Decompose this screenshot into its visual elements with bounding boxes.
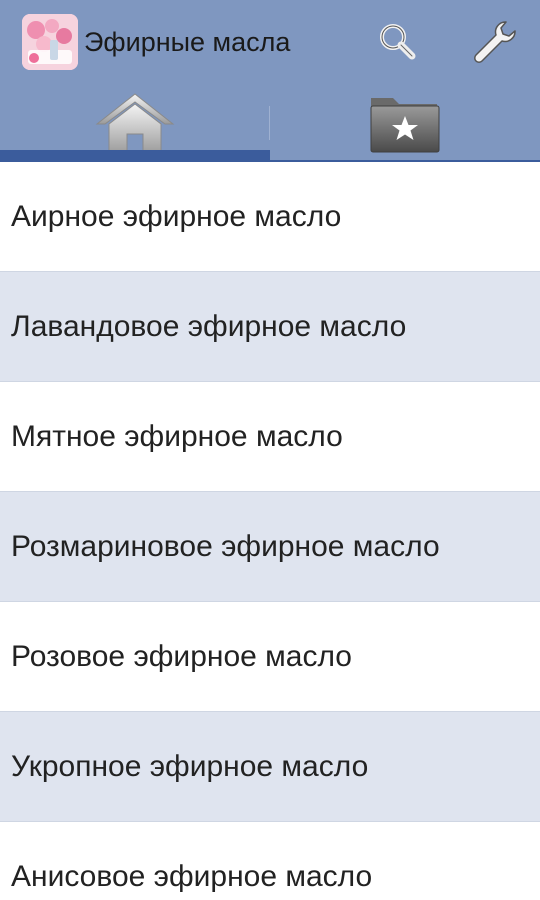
oil-list: Аирное эфирное масло Лавандовое эфирное … xyxy=(0,162,540,900)
search-button[interactable] xyxy=(368,12,428,72)
tab-selected-indicator xyxy=(0,150,270,162)
app-logo-icon[interactable] xyxy=(22,14,78,70)
list-item-label: Розмариновое эфирное масло xyxy=(11,529,440,563)
list-item[interactable]: Аирное эфирное масло xyxy=(0,162,540,272)
tab-favorites[interactable] xyxy=(270,84,540,162)
home-icon xyxy=(95,93,175,155)
list-item[interactable]: Анисовое эфирное масло xyxy=(0,822,540,900)
list-item-label: Аирное эфирное масло xyxy=(11,199,342,233)
list-item[interactable]: Розмариновое эфирное масло xyxy=(0,492,540,602)
wrench-settings-icon xyxy=(474,21,516,63)
list-item-label: Анисовое эфирное масло xyxy=(11,859,373,893)
list-item[interactable]: Розовое эфирное масло xyxy=(0,602,540,712)
list-item-label: Укропное эфирное масло xyxy=(11,749,369,783)
app-title: Эфирные масла xyxy=(84,27,291,57)
search-icon xyxy=(380,24,416,60)
action-bar: Эфирные масла xyxy=(0,0,540,84)
list-item[interactable]: Мятное эфирное масло xyxy=(0,382,540,492)
app-screen: Эфирные масла Аирное эфирное масло Лаван… xyxy=(0,0,540,900)
list-item[interactable]: Укропное эфирное масло xyxy=(0,712,540,822)
settings-button[interactable] xyxy=(464,12,524,72)
list-item-label: Розовое эфирное масло xyxy=(11,639,352,673)
favorites-folder-star-icon xyxy=(370,98,440,153)
list-item-label: Мятное эфирное масло xyxy=(11,419,343,453)
list-item[interactable]: Лавандовое эфирное масло xyxy=(0,272,540,382)
list-item-label: Лавандовое эфирное масло xyxy=(11,309,407,343)
